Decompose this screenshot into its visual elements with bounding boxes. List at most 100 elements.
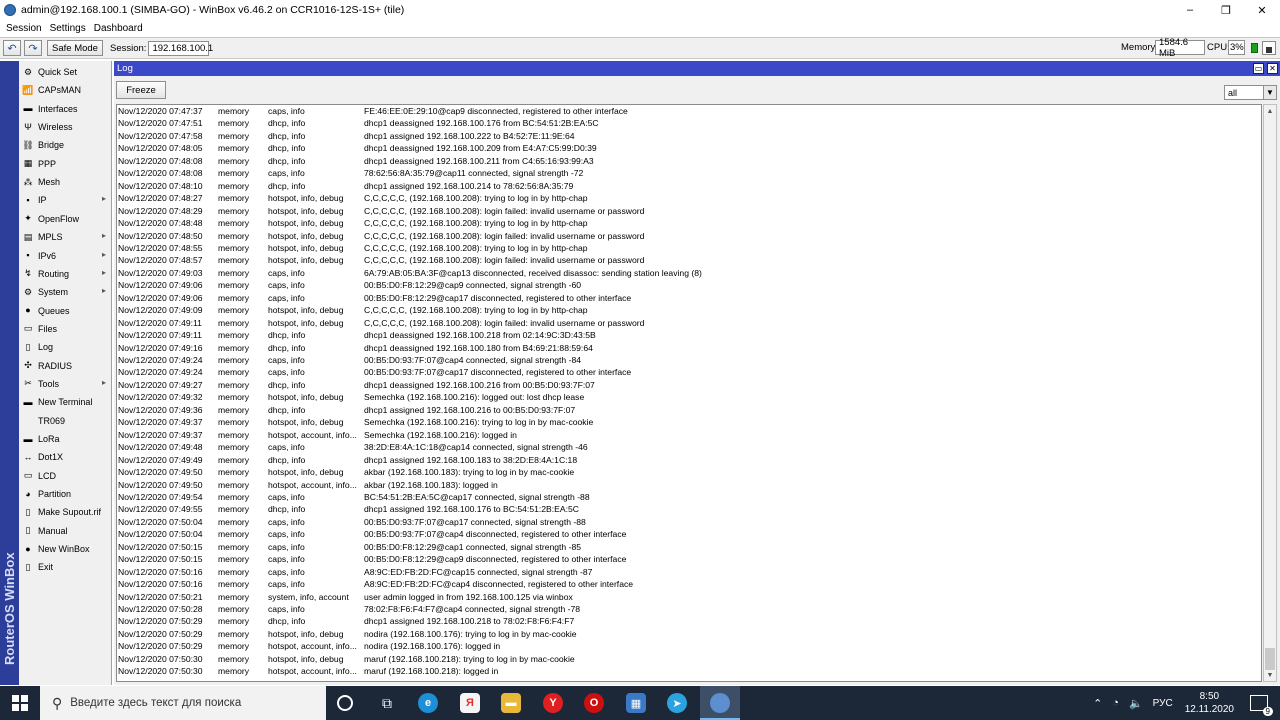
sidebar-item-mesh[interactable]: ⁂ Mesh: [19, 173, 112, 191]
opera-icon[interactable]: O: [584, 693, 604, 713]
table-row[interactable]: Nov/12/2020 07:49:11 memory hotspot, info,…: [117, 317, 1261, 330]
table-row[interactable]: Nov/12/2020 07:49:50 memory hotspot, accou…: [117, 479, 1261, 492]
table-row[interactable]: Nov/12/2020 07:49:37 memory hotspot, accou…: [117, 429, 1261, 442]
table-row[interactable]: Nov/12/2020 07:48:57 memory hotspot, info,…: [117, 254, 1261, 267]
chevron-down-icon[interactable]: ▼: [1264, 85, 1277, 100]
freeze-button[interactable]: Freeze: [116, 81, 166, 99]
sidebar-item-tr069[interactable]: TR069: [19, 412, 112, 430]
sidebar-item-ipv6[interactable]: ▪ IPv6 ▸: [19, 247, 112, 265]
maximize-button[interactable]: ❐: [1208, 0, 1244, 20]
restore-window-icon[interactable]: ▭: [1253, 63, 1264, 74]
table-row[interactable]: Nov/12/2020 07:50:15 memory caps, info 00:B…: [117, 553, 1261, 566]
clock[interactable]: 8:50 12.11.2020: [1185, 690, 1234, 716]
lock-icon[interactable]: [1262, 41, 1276, 55]
table-row[interactable]: Nov/12/2020 07:49:09 memory hotspot, info,…: [117, 304, 1261, 317]
scroll-up-icon[interactable]: ▲: [1264, 105, 1276, 117]
sidebar-item-manual[interactable]: ▯ Manual: [19, 522, 112, 540]
sidebar-item-openflow[interactable]: ✦ OpenFlow: [19, 210, 112, 228]
sidebar-item-lcd[interactable]: ▭ LCD: [19, 467, 112, 485]
table-row[interactable]: Nov/12/2020 07:49:55 memory dhcp, info dhcp…: [117, 503, 1261, 516]
tray-chevron-up-icon[interactable]: ⌃: [1093, 697, 1102, 710]
table-row[interactable]: Nov/12/2020 07:50:21 memory system, info, …: [117, 591, 1261, 604]
table-row[interactable]: Nov/12/2020 07:49:24 memory caps, info 00:B…: [117, 366, 1261, 379]
sidebar-item-bridge[interactable]: ⛓ Bridge: [19, 136, 112, 154]
sidebar-item-quick-set[interactable]: ⚙ Quick Set: [19, 63, 112, 81]
table-row[interactable]: Nov/12/2020 07:48:27 memory hotspot, info,…: [117, 192, 1261, 205]
table-row[interactable]: Nov/12/2020 07:48:55 memory hotspot, info,…: [117, 242, 1261, 255]
sidebar-item-radius[interactable]: ✣ RADIUS: [19, 357, 112, 375]
table-row[interactable]: Nov/12/2020 07:50:16 memory caps, info A8:9…: [117, 566, 1261, 579]
table-row[interactable]: Nov/12/2020 07:49:49 memory dhcp, info dhcp…: [117, 454, 1261, 467]
table-row[interactable]: Nov/12/2020 07:48:50 memory hotspot, info,…: [117, 230, 1261, 243]
table-row[interactable]: Nov/12/2020 07:47:37 memory caps, info FE:4…: [117, 105, 1261, 118]
table-row[interactable]: Nov/12/2020 07:48:08 memory caps, info 78:6…: [117, 167, 1261, 180]
sidebar-item-ip[interactable]: ▪ IP ▸: [19, 191, 112, 209]
table-row[interactable]: Nov/12/2020 07:50:04 memory caps, info 00:B…: [117, 528, 1261, 541]
sidebar-item-new-terminal[interactable]: ▬ New Terminal: [19, 393, 112, 411]
scroll-down-icon[interactable]: ▼: [1264, 669, 1276, 681]
sidebar-item-interfaces[interactable]: ▬ Interfaces: [19, 100, 112, 118]
network-app-icon[interactable]: ▦: [626, 693, 646, 713]
table-row[interactable]: Nov/12/2020 07:50:16 memory caps, info A8:9…: [117, 578, 1261, 591]
table-row[interactable]: Nov/12/2020 07:48:48 memory hotspot, info,…: [117, 217, 1261, 230]
close-window-icon[interactable]: ✕: [1267, 63, 1278, 74]
edge-icon[interactable]: e: [418, 693, 438, 713]
file-explorer-icon[interactable]: ▬: [501, 693, 521, 713]
scroll-thumb[interactable]: [1265, 648, 1275, 670]
sidebar-item-tools[interactable]: ✂ Tools ▸: [19, 375, 112, 393]
table-row[interactable]: Nov/12/2020 07:50:30 memory hotspot, info,…: [117, 653, 1261, 666]
table-row[interactable]: Nov/12/2020 07:49:48 memory caps, info 38:2…: [117, 441, 1261, 454]
table-row[interactable]: Nov/12/2020 07:50:28 memory caps, info 78:0…: [117, 603, 1261, 616]
sidebar-item-partition[interactable]: ◕ Partition: [19, 485, 112, 503]
network-icon[interactable]: ◔: [1112, 697, 1119, 709]
sidebar-item-capsman[interactable]: 📶 CAPsMAN: [19, 81, 112, 99]
cortana-icon[interactable]: [337, 695, 353, 711]
table-row[interactable]: Nov/12/2020 07:49:37 memory hotspot, info,…: [117, 416, 1261, 429]
sidebar-item-wireless[interactable]: Ψ Wireless: [19, 118, 112, 136]
close-button[interactable]: ✕: [1244, 0, 1280, 20]
table-row[interactable]: Nov/12/2020 07:49:16 memory dhcp, info dhcp…: [117, 342, 1261, 355]
redo-button[interactable]: ↷: [24, 40, 42, 56]
topic-filter-select[interactable]: all ▼: [1224, 85, 1277, 100]
yandex-browser-icon[interactable]: Я: [460, 693, 480, 713]
table-row[interactable]: Nov/12/2020 07:50:30 memory hotspot, accou…: [117, 665, 1261, 678]
menu-settings[interactable]: Settings: [50, 23, 86, 34]
start-button[interactable]: [0, 686, 40, 720]
table-row[interactable]: Nov/12/2020 07:50:15 memory caps, info 00:B…: [117, 541, 1261, 554]
table-row[interactable]: Nov/12/2020 07:48:10 memory dhcp, info dhcp…: [117, 180, 1261, 193]
table-row[interactable]: Nov/12/2020 07:49:06 memory caps, info 00:B…: [117, 279, 1261, 292]
sidebar-item-ppp[interactable]: ▦ PPP: [19, 155, 112, 173]
table-row[interactable]: Nov/12/2020 07:49:24 memory caps, info 00:B…: [117, 354, 1261, 367]
sidebar-item-system[interactable]: ⚙ System ▸: [19, 283, 112, 301]
sidebar-item-routing[interactable]: ↯ Routing ▸: [19, 265, 112, 283]
table-row[interactable]: Nov/12/2020 07:49:50 memory hotspot, info,…: [117, 466, 1261, 479]
table-row[interactable]: Nov/12/2020 07:49:54 memory caps, info BC:5…: [117, 491, 1261, 504]
menu-dashboard[interactable]: Dashboard: [94, 23, 143, 34]
sidebar-item-new-winbox[interactable]: ● New WinBox: [19, 540, 112, 558]
table-row[interactable]: Nov/12/2020 07:49:03 memory caps, info 6A:7…: [117, 267, 1261, 280]
yandex-icon[interactable]: Y: [543, 693, 563, 713]
table-row[interactable]: Nov/12/2020 07:50:29 memory dhcp, info dhcp…: [117, 615, 1261, 628]
volume-icon[interactable]: 🔈: [1129, 697, 1143, 710]
table-row[interactable]: Nov/12/2020 07:49:27 memory dhcp, info dhcp…: [117, 379, 1261, 392]
sidebar-item-dot1x[interactable]: ↔ Dot1X: [19, 448, 112, 466]
task-view-icon[interactable]: ⧉: [377, 693, 397, 713]
table-row[interactable]: Nov/12/2020 07:50:04 memory caps, info 00:B…: [117, 516, 1261, 529]
table-row[interactable]: Nov/12/2020 07:47:51 memory dhcp, info dhcp…: [117, 117, 1261, 130]
taskbar-search-box[interactable]: ⚲ Введите здесь текст для поиска: [40, 686, 326, 720]
table-row[interactable]: Nov/12/2020 07:49:36 memory dhcp, info dhcp…: [117, 404, 1261, 417]
table-row[interactable]: Nov/12/2020 07:48:29 memory hotspot, info,…: [117, 205, 1261, 218]
sidebar-item-make-supout-rif[interactable]: ▯ Make Supout.rif: [19, 503, 112, 521]
menu-session[interactable]: Session: [6, 23, 42, 34]
table-row[interactable]: Nov/12/2020 07:49:06 memory caps, info 00:B…: [117, 292, 1261, 305]
table-row[interactable]: Nov/12/2020 07:48:05 memory dhcp, info dhcp…: [117, 142, 1261, 155]
telegram-icon[interactable]: ➤: [667, 693, 687, 713]
safe-mode-button[interactable]: Safe Mode: [47, 40, 103, 56]
sidebar-item-exit[interactable]: ▯ Exit: [19, 558, 112, 576]
table-row[interactable]: Nov/12/2020 07:48:08 memory dhcp, info dhcp…: [117, 155, 1261, 168]
undo-button[interactable]: ↶: [3, 40, 21, 56]
winbox-taskbar-button[interactable]: [700, 686, 740, 720]
vertical-scrollbar[interactable]: ▲ ▼: [1263, 104, 1277, 682]
table-row[interactable]: Nov/12/2020 07:50:29 memory hotspot, info,…: [117, 628, 1261, 641]
session-field[interactable]: 192.168.100.1: [148, 40, 213, 56]
